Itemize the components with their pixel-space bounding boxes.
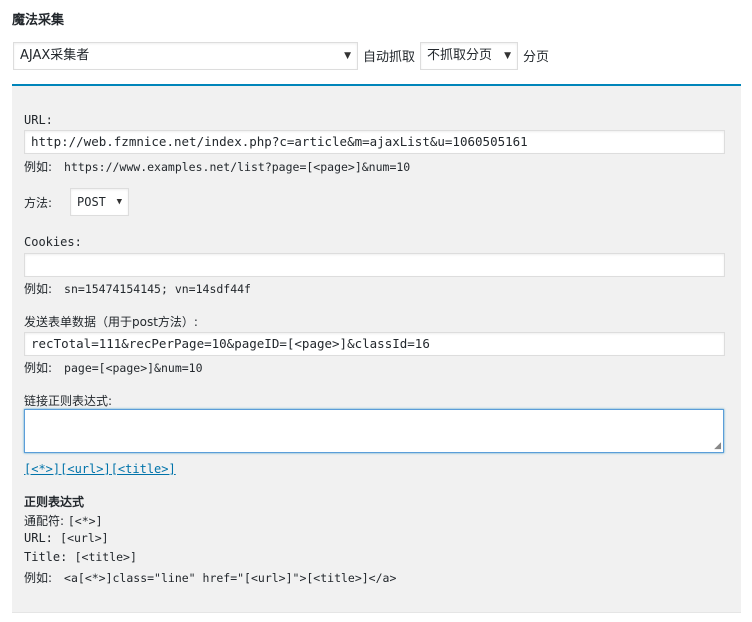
resize-grip-icon[interactable]: ◢ [714,442,721,451]
cookies-input[interactable] [24,253,725,277]
regex-label: 链接正则表达式: [24,394,113,408]
url-example: 例如: https://www.examples.net/list?page=[<… [24,158,410,175]
tag-any-link[interactable]: [<*>] [24,462,60,476]
help-title-code: [<title>] [74,550,137,564]
method-select-value: POST [77,195,106,209]
paging-select[interactable]: 不抓取分页 ▼ [420,42,518,70]
help-wildcard: 通配符: [<*>] [24,512,103,529]
help-wildcard-prefix: 通配符: [24,514,65,528]
page-title: 魔法采集 [12,13,65,28]
help-url: URL: [<url>] [24,531,109,545]
help-example-code: <a[<*>]class="line" href="[<url>]">[<tit… [64,571,397,585]
postdata-example-value: page=[<page>]&num=10 [64,361,203,375]
url-label: URL: [24,113,53,127]
regex-tag-links: [<*>][<url>][<title>] [24,462,176,476]
url-example-value: https://www.examples.net/list?page=[<pag… [64,160,411,174]
auto-fetch-label: 自动抓取 [363,50,416,65]
collector-select-value: AJAX采集者 [20,48,90,63]
postdata-example: 例如: page=[<page>]&num=10 [24,359,203,376]
method-select[interactable]: POST ▼ [70,188,129,216]
help-wildcard-code: [<*>] [67,514,103,528]
cookies-label: Cookies: [24,235,82,249]
help-title-prefix: Title: [24,550,68,564]
paging-label: 分页 [523,50,550,65]
caret-down-icon: ▼ [504,51,511,61]
postdata-input[interactable]: recTotal=111&recPerPage=10&pageID=[<page… [24,332,725,356]
postdata-example-prefix: 例如: [24,361,53,375]
regex-help-title: 正则表达式 [24,495,85,509]
help-example: 例如: <a[<*>]class="line" href="[<url>]">[<… [24,569,396,586]
collector-select[interactable]: AJAX采集者 ▼ [13,42,358,70]
cookies-example-value: sn=15474154145; vn=14sdf44f [64,282,251,296]
method-label: 方法: [24,196,53,210]
help-url-prefix: URL: [24,531,53,545]
help-example-prefix: 例如: [24,571,53,585]
caret-down-icon: ▼ [344,51,351,61]
url-input[interactable]: http://web.fzmnice.net/index.php?c=artic… [24,130,725,154]
caret-down-icon: ▼ [116,197,122,207]
cookies-example-prefix: 例如: [24,282,53,296]
regex-textarea[interactable]: ◢ [24,409,724,453]
paging-select-value: 不抓取分页 [427,48,493,63]
tag-url-link[interactable]: [<url>] [60,462,111,476]
cookies-example: 例如: sn=15474154145; vn=14sdf44f [24,280,251,297]
tag-title-link[interactable]: [<title>] [111,462,176,476]
postdata-label: 发送表单数据（用于post方法）: [24,315,198,329]
url-example-prefix: 例如: [24,160,53,174]
help-title-line: Title: [<title>] [24,550,137,564]
help-url-code: [<url>] [60,531,109,545]
